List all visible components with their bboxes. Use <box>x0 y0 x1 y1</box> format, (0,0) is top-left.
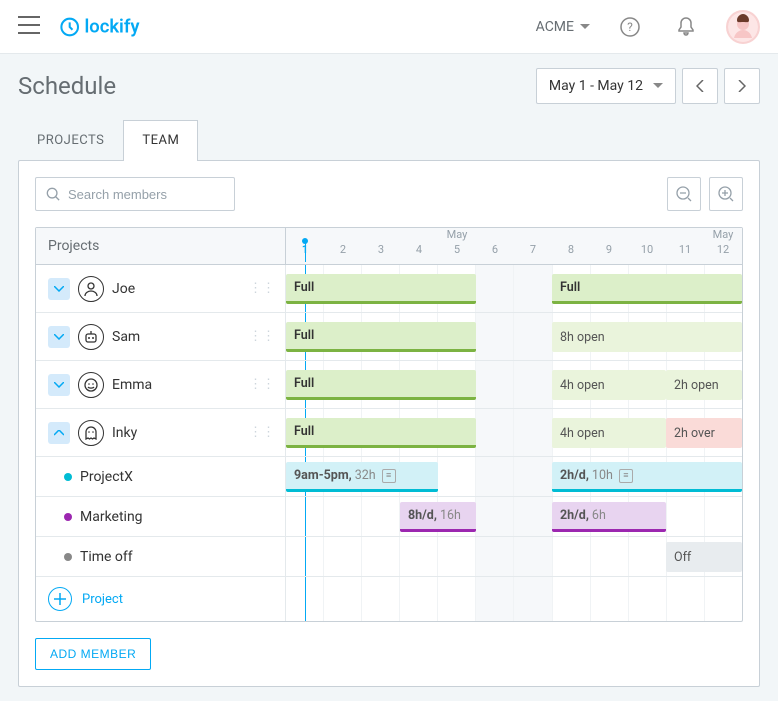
note-icon[interactable]: ≡ <box>382 469 396 483</box>
tab-projects[interactable]: PROJECTS <box>18 120 123 161</box>
day-9[interactable]: 9 <box>590 241 628 262</box>
bar-projectx[interactable]: 9am-5pm, 32h ≡ <box>286 462 438 492</box>
day-12[interactable]: 12 <box>704 241 742 262</box>
tabs: PROJECTS TEAM <box>18 120 760 161</box>
next-range-button[interactable] <box>724 68 760 104</box>
grid-header-left: Projects <box>36 228 286 264</box>
member-row: Inky ⋮⋮ Full 4h open 2h over <box>36 409 742 457</box>
tab-team[interactable]: TEAM <box>123 120 198 161</box>
expand-toggle[interactable] <box>48 374 70 396</box>
add-project-button[interactable]: Project <box>36 577 286 621</box>
add-project-row: Project <box>36 577 742 621</box>
bar-full[interactable]: Full <box>286 418 476 448</box>
month-label: May <box>704 228 742 241</box>
chevron-down-icon <box>54 382 64 388</box>
svg-text:lockify: lockify <box>84 15 140 37</box>
day-5[interactable]: 5 <box>438 241 476 262</box>
project-row: Marketing 8h/d, 16h 2h/d, 6h <box>36 497 742 537</box>
month-label: May <box>438 228 476 241</box>
page-title: Schedule <box>18 72 116 100</box>
bar-marketing[interactable]: 8h/d, 16h <box>400 502 476 532</box>
project-name: Time off <box>80 549 273 565</box>
bar-open[interactable]: 4h open <box>552 418 666 448</box>
expand-toggle[interactable] <box>48 326 70 348</box>
caret-down-icon <box>653 83 663 89</box>
add-member-button[interactable]: ADD MEMBER <box>35 638 151 670</box>
zoom-out-icon <box>675 185 693 203</box>
chevron-down-icon <box>54 286 64 292</box>
search-input[interactable] <box>68 187 224 202</box>
schedule-grid: Projects May May 1 2 3 4 5 6 <box>35 227 743 622</box>
project-row: ProjectX 9am-5pm, 32h ≡ 2h/d, 10h ≡ <box>36 457 742 497</box>
workspace-label: ACME <box>536 19 574 35</box>
chevron-left-icon <box>696 80 704 92</box>
page-header: Schedule May 1 - May 12 <box>18 68 760 104</box>
drag-handle[interactable]: ⋮⋮ <box>249 377 275 392</box>
search-members[interactable] <box>35 177 235 211</box>
member-row: Emma ⋮⋮ Full 4h open 2h open <box>36 361 742 409</box>
project-color-dot <box>64 513 72 521</box>
bar-open[interactable]: 8h open <box>552 322 742 352</box>
expand-toggle[interactable] <box>48 278 70 300</box>
project-color-dot <box>64 473 72 481</box>
date-header: 1 2 3 4 5 6 7 8 9 10 11 12 <box>286 241 742 262</box>
chevron-right-icon <box>738 80 746 92</box>
bar-marketing[interactable]: 2h/d, 6h <box>552 502 666 532</box>
menu-icon[interactable] <box>18 16 40 38</box>
project-name: Marketing <box>80 509 273 525</box>
prev-range-button[interactable] <box>682 68 718 104</box>
zoom-out-button[interactable] <box>667 177 701 211</box>
robot-icon <box>78 324 104 350</box>
day-11[interactable]: 11 <box>666 241 704 262</box>
project-row: Time off Off <box>36 537 742 577</box>
bar-open[interactable]: 4h open <box>552 370 666 400</box>
day-7[interactable]: 7 <box>514 241 552 262</box>
caret-down-icon <box>580 24 590 30</box>
avatar[interactable] <box>726 10 760 44</box>
svg-text:?: ? <box>627 20 633 34</box>
drag-handle[interactable]: ⋮⋮ <box>249 281 275 296</box>
bar-open[interactable]: 2h open <box>666 370 742 400</box>
day-8[interactable]: 8 <box>552 241 590 262</box>
zoom-in-button[interactable] <box>709 177 743 211</box>
member-row: Joe ⋮⋮ Full Full <box>36 265 742 313</box>
drag-handle[interactable]: ⋮⋮ <box>249 425 275 440</box>
face-icon <box>78 372 104 398</box>
topbar: lockify ACME ? <box>0 0 778 54</box>
search-icon <box>46 186 60 202</box>
ghost-icon <box>78 420 104 446</box>
day-2[interactable]: 2 <box>324 241 362 262</box>
help-button[interactable]: ? <box>614 11 646 43</box>
workspace-dropdown[interactable]: ACME <box>536 19 590 35</box>
date-range-label: May 1 - May 12 <box>549 78 643 94</box>
project-color-dot <box>64 553 72 561</box>
project-name: ProjectX <box>80 469 273 485</box>
bar-full[interactable]: Full <box>286 370 476 400</box>
collapse-toggle[interactable] <box>48 422 70 444</box>
chevron-down-icon <box>54 334 64 340</box>
drag-handle[interactable]: ⋮⋮ <box>249 329 275 344</box>
bar-projectx[interactable]: 2h/d, 10h ≡ <box>552 462 742 492</box>
schedule-panel: Projects May May 1 2 3 4 5 6 <box>18 160 760 687</box>
member-row: Sam ⋮⋮ Full 8h open <box>36 313 742 361</box>
day-6[interactable]: 6 <box>476 241 514 262</box>
bar-over[interactable]: 2h over <box>666 418 742 448</box>
add-project-label: Project <box>82 592 123 607</box>
date-range-picker[interactable]: May 1 - May 12 <box>536 68 676 104</box>
day-3[interactable]: 3 <box>362 241 400 262</box>
notifications-button[interactable] <box>670 11 702 43</box>
day-10[interactable]: 10 <box>628 241 666 262</box>
bar-full[interactable]: Full <box>286 274 476 304</box>
chevron-up-icon <box>54 430 64 436</box>
bar-timeoff[interactable]: Off <box>666 542 742 572</box>
bar-full[interactable]: Full <box>552 274 742 304</box>
bar-full[interactable]: Full <box>286 322 476 352</box>
plus-icon <box>48 587 72 611</box>
day-4[interactable]: 4 <box>400 241 438 262</box>
note-icon[interactable]: ≡ <box>619 469 633 483</box>
logo[interactable]: lockify <box>54 15 174 39</box>
zoom-in-icon <box>717 185 735 203</box>
user-icon <box>78 276 104 302</box>
